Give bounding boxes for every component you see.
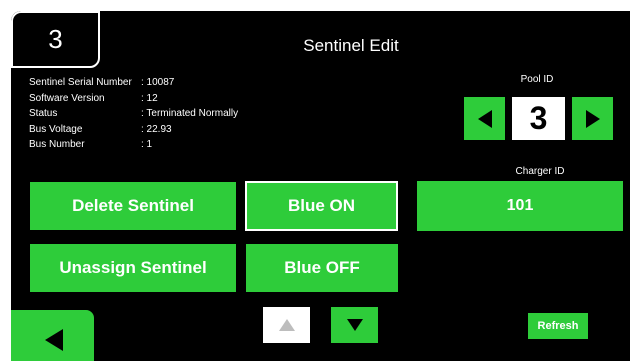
pool-id-label: Pool ID — [520, 74, 554, 85]
sentinel-edit-screen: 3 Sentinel Edit Sentinel Serial Number : … — [11, 11, 630, 361]
pool-id-decrement-button[interactable] — [464, 97, 505, 140]
back-button[interactable] — [11, 310, 94, 361]
charger-id-field[interactable]: 101 — [417, 181, 623, 231]
page-number: 3 — [48, 24, 63, 54]
pool-id-increment-button[interactable] — [572, 97, 613, 140]
page-number-badge: 3 — [11, 11, 100, 68]
info-row-serial: Sentinel Serial Number : 10087 — [29, 75, 238, 91]
arrow-left-icon — [477, 109, 492, 128]
info-label: Bus Number — [29, 139, 85, 150]
info-row-voltage: Bus Voltage : 22.93 — [29, 122, 238, 138]
info-value: : Terminated Normally — [141, 108, 239, 119]
blue-on-button[interactable]: Blue ON — [245, 181, 398, 231]
info-label: Software Version — [29, 92, 105, 104]
info-row-status: Status : Terminated Normally — [29, 106, 238, 122]
scroll-up-button[interactable] — [263, 307, 310, 343]
refresh-button[interactable]: Refresh — [528, 313, 588, 339]
info-value: : 12 — [141, 92, 158, 104]
arrow-down-icon — [346, 319, 363, 331]
arrow-right-icon — [585, 109, 600, 128]
info-value: : 22.93 — [141, 123, 172, 135]
unassign-sentinel-button[interactable]: Unassign Sentinel — [30, 244, 236, 292]
delete-sentinel-button[interactable]: Delete Sentinel — [30, 182, 236, 230]
back-arrow-icon — [44, 329, 63, 351]
info-label: Status — [29, 108, 58, 119]
sentinel-info-panel: Sentinel Serial Number : 10087 Software V… — [29, 75, 238, 153]
info-value: : 1 — [141, 139, 153, 150]
charger-id-label: Charger ID — [515, 166, 565, 177]
info-row-bus-number: Bus Number : 1 — [29, 137, 238, 153]
scroll-down-button[interactable] — [331, 307, 378, 343]
pool-id-value: 3 — [512, 97, 565, 140]
info-label: Bus Voltage — [29, 123, 83, 135]
info-label: Sentinel Serial Number — [29, 77, 132, 88]
blue-off-button[interactable]: Blue OFF — [246, 244, 398, 292]
page-title: Sentinel Edit — [303, 36, 399, 55]
arrow-up-icon — [278, 319, 295, 331]
info-row-software: Software Version : 12 — [29, 91, 238, 107]
info-value: : 10087 — [141, 77, 175, 88]
